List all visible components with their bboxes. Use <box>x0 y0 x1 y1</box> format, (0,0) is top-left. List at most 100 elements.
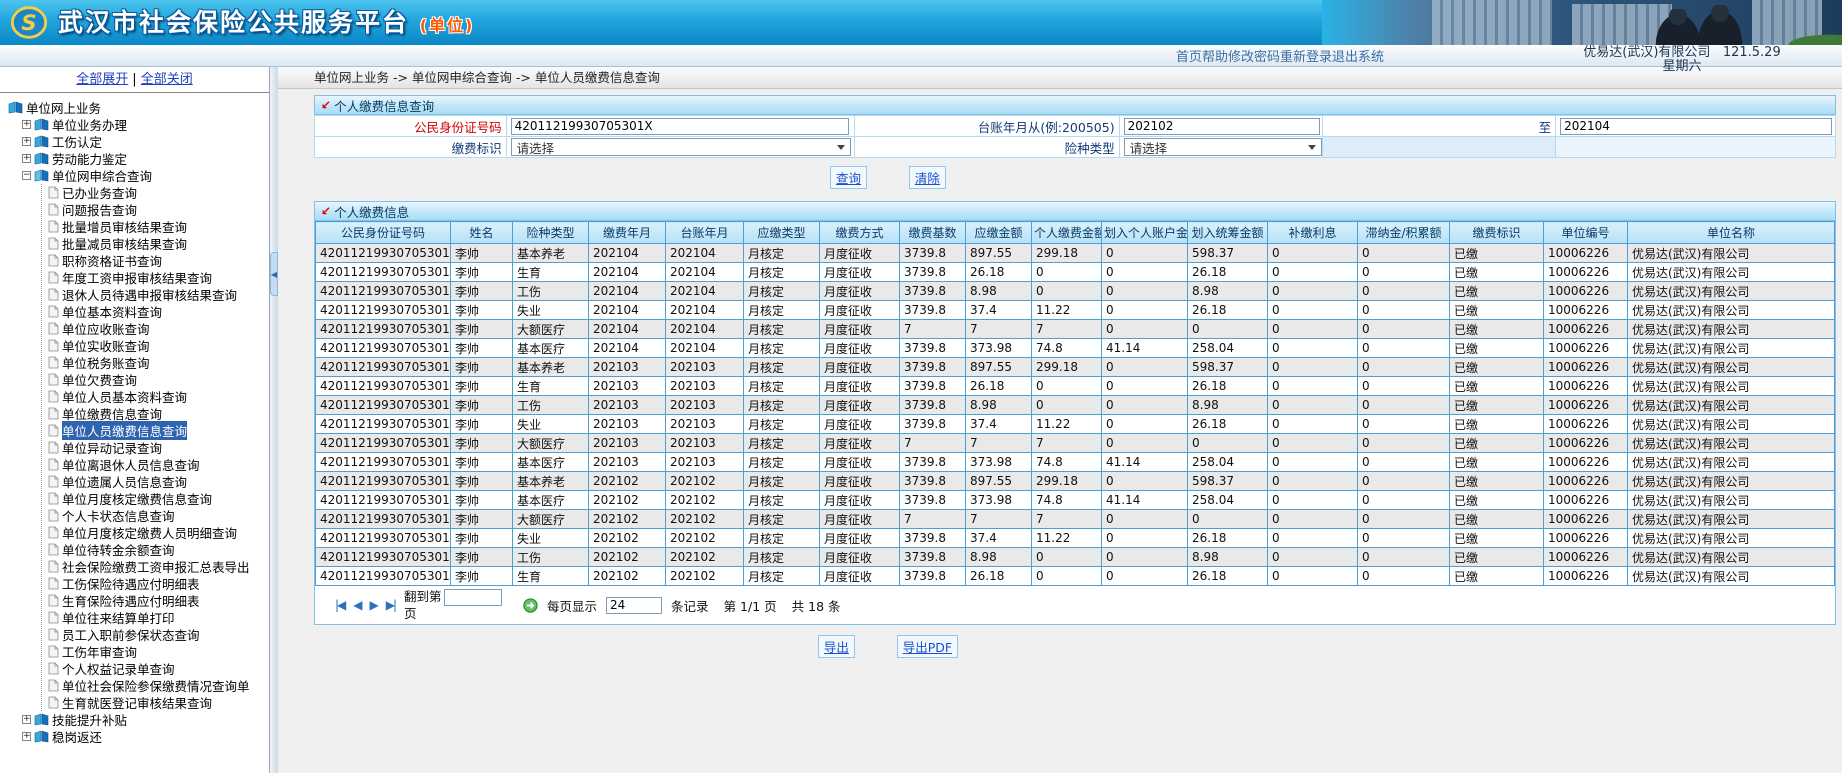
sidebar-item[interactable]: 批量减员审核结果查询 <box>42 235 269 252</box>
table-row[interactable]: 42011219930705301X李帅 大额医疗202103 202103月核… <box>316 434 1835 453</box>
expand-icon[interactable]: + <box>22 137 31 146</box>
sidebar-item[interactable]: 单位月度核定缴费信息查询 <box>42 490 269 507</box>
table-row[interactable]: 42011219930705301X李帅 工伤202102 202102月核定 … <box>316 548 1835 567</box>
sidebar-item[interactable]: 单位异动记录查询 <box>42 439 269 456</box>
tree-group-open[interactable]: − 单位网申综合查询 <box>22 167 269 184</box>
chevron-down-icon <box>1308 145 1316 154</box>
sidebar-item[interactable]: 问题报告查询 <box>42 201 269 218</box>
first-page-icon[interactable]: |◀ <box>335 598 344 612</box>
sidebar-item[interactable]: 单位税务账查询 <box>42 354 269 371</box>
results-panel-header: ↙ 个人缴费信息 <box>314 201 1836 221</box>
table-row[interactable]: 42011219930705301X李帅 工伤202104 202104月核定 … <box>316 282 1835 301</box>
results-panel: ↙ 个人缴费信息 公民身份证号码姓名险种类型缴费年月台账年月应缴类型缴费方式缴费… <box>314 201 1836 625</box>
sidebar-item[interactable]: 生育就医登记审核结果查询 <box>42 694 269 711</box>
top-nav-link[interactable]: 修改密码 <box>1228 50 1280 65</box>
collapse-sidebar-handle[interactable]: ◀ <box>270 252 278 296</box>
page-info: 第 1/1 页 <box>724 596 777 615</box>
query-button[interactable]: 查询 <box>830 166 867 189</box>
query-form: 公民身份证号码 台账年月从(例:200505) 至 缴费标识 请选择 险种类型 <box>314 115 1836 158</box>
period-to-input[interactable] <box>1560 118 1832 135</box>
expand-all-link[interactable]: 全部展开 <box>76 72 128 87</box>
table-row[interactable]: 42011219930705301X李帅 基本医疗202102 202102月核… <box>316 491 1835 510</box>
per-page-input[interactable] <box>606 597 662 614</box>
goto-page-input[interactable] <box>444 589 502 606</box>
table-row[interactable]: 42011219930705301X李帅 基本养老202102 202102月核… <box>316 472 1835 491</box>
sidebar-item[interactable]: 单位人员缴费信息查询 <box>42 422 269 439</box>
export-pdf-button[interactable]: 导出PDF <box>897 635 958 658</box>
sidebar-item[interactable]: 单位欠费查询 <box>42 371 269 388</box>
top-nav-link[interactable]: 重新登录 <box>1280 50 1332 65</box>
expand-icon[interactable]: + <box>22 120 31 129</box>
collapse-icon[interactable]: − <box>22 171 31 180</box>
go-page-icon[interactable] <box>523 598 538 613</box>
sidebar-item[interactable]: 单位待转金余额查询 <box>42 541 269 558</box>
ins-type-select[interactable]: 请选择 <box>1124 138 1322 156</box>
weekday: 星期六 <box>1532 60 1832 74</box>
tree-root[interactable]: 单位网上业务 <box>8 99 269 116</box>
table-row[interactable]: 42011219930705301X李帅 生育202103 202103月核定 … <box>316 377 1835 396</box>
document-icon <box>48 373 59 386</box>
sidebar-item[interactable]: 批量增员审核结果查询 <box>42 218 269 235</box>
sidebar-item[interactable]: 工伤年审查询 <box>42 643 269 660</box>
table-row[interactable]: 42011219930705301X李帅 工伤202103 202103月核定 … <box>316 396 1835 415</box>
expand-icon[interactable]: + <box>22 732 31 741</box>
sidebar-item[interactable]: 单位往来结算单打印 <box>42 609 269 626</box>
sidebar-item[interactable]: 单位月度核定缴费人员明细查询 <box>42 524 269 541</box>
main-content: 单位网上业务 -> 单位网申综合查询 -> 单位人员缴费信息查询 ↙ 个人缴费信… <box>278 67 1842 773</box>
sidebar-item[interactable]: 单位社会保险参保缴费情况查询单 <box>42 677 269 694</box>
tree-group[interactable]: + 稳岗返还 <box>22 728 269 745</box>
table-row[interactable]: 42011219930705301X李帅 失业202103 202103月核定 … <box>316 415 1835 434</box>
table-row[interactable]: 42011219930705301X李帅 大额医疗202102 202102月核… <box>316 510 1835 529</box>
table-row[interactable]: 42011219930705301X李帅 生育202104 202104月核定 … <box>316 263 1835 282</box>
sidebar-item[interactable]: 员工入职前参保状态查询 <box>42 626 269 643</box>
sidebar-item[interactable]: 生育保险待遇应付明细表 <box>42 592 269 609</box>
sidebar-item[interactable]: 已办业务查询 <box>42 184 269 201</box>
tree-group[interactable]: + 技能提升补贴 <box>22 711 269 728</box>
table-row[interactable]: 42011219930705301X李帅 生育202102 202102月核定 … <box>316 567 1835 586</box>
collapse-all-link[interactable]: 全部关闭 <box>141 72 193 87</box>
panel-splitter[interactable]: ◀ <box>270 67 278 773</box>
table-row[interactable]: 42011219930705301X李帅 失业202104 202104月核定 … <box>316 301 1835 320</box>
top-nav-link[interactable]: 首页 <box>1176 50 1202 65</box>
table-row[interactable]: 42011219930705301X李帅 基本医疗202103 202103月核… <box>316 453 1835 472</box>
sidebar-item[interactable]: 单位人员基本资料查询 <box>42 388 269 405</box>
tree-group[interactable]: + 劳动能力鉴定 <box>22 150 269 167</box>
table-row[interactable]: 42011219930705301X李帅 大额医疗202104 202104月核… <box>316 320 1835 339</box>
column-header: 应缴类型 <box>744 222 820 244</box>
sidebar-item[interactable]: 单位应收账查询 <box>42 320 269 337</box>
sidebar-item[interactable]: 社会保险缴费工资申报汇总表导出 <box>42 558 269 575</box>
sidebar-item[interactable]: 单位基本资料查询 <box>42 303 269 320</box>
expand-icon[interactable]: + <box>22 154 31 163</box>
sidebar-item[interactable]: 职称资格证书查询 <box>42 252 269 269</box>
document-icon <box>48 220 59 233</box>
table-row[interactable]: 42011219930705301X李帅 失业202102 202102月核定 … <box>316 529 1835 548</box>
sidebar-item[interactable]: 工伤保险待遇应付明细表 <box>42 575 269 592</box>
sidebar-item[interactable]: 单位遗属人员信息查询 <box>42 473 269 490</box>
sidebar-item[interactable]: 单位缴费信息查询 <box>42 405 269 422</box>
prev-page-icon[interactable]: ◀ <box>353 598 360 612</box>
period-from-input[interactable] <box>1124 118 1320 135</box>
pay-flag-select[interactable]: 请选择 <box>511 138 851 156</box>
sidebar-item[interactable]: 个人卡状态信息查询 <box>42 507 269 524</box>
sidebar-item[interactable]: 退休人员待遇申报审核结果查询 <box>42 286 269 303</box>
document-icon <box>48 356 59 369</box>
last-page-icon[interactable]: ▶| <box>386 598 395 612</box>
top-nav-link[interactable]: 帮助 <box>1202 50 1228 65</box>
sidebar-item[interactable]: 单位实收账查询 <box>42 337 269 354</box>
next-page-icon[interactable]: ▶ <box>370 598 377 612</box>
table-row[interactable]: 42011219930705301X李帅 基本医疗202104 202104月核… <box>316 339 1835 358</box>
sidebar-item[interactable]: 年度工资申报审核结果查询 <box>42 269 269 286</box>
id-input[interactable] <box>511 118 849 135</box>
clear-button[interactable]: 清除 <box>909 166 946 189</box>
header-photo <box>1322 0 1842 45</box>
document-icon <box>48 509 59 522</box>
top-nav-link[interactable]: 退出系统 <box>1332 50 1384 65</box>
table-row[interactable]: 42011219930705301X李帅 基本养老202103 202103月核… <box>316 358 1835 377</box>
tree-group[interactable]: + 工伤认定 <box>22 133 269 150</box>
sidebar-item[interactable]: 单位离退休人员信息查询 <box>42 456 269 473</box>
export-button[interactable]: 导出 <box>818 635 855 658</box>
sidebar-item[interactable]: 个人权益记录单查询 <box>42 660 269 677</box>
table-row[interactable]: 42011219930705301X李帅 基本养老202104 202104月核… <box>316 244 1835 263</box>
tree-group[interactable]: + 单位业务办理 <box>22 116 269 133</box>
expand-icon[interactable]: + <box>22 715 31 724</box>
